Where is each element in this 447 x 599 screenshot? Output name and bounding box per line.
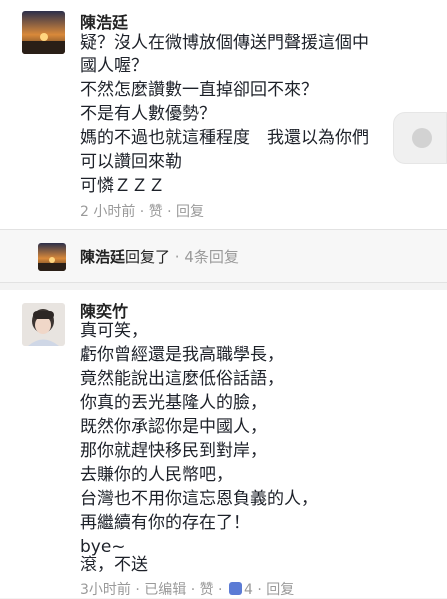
comment-line: 真可笑， [80, 321, 148, 341]
circle-icon [412, 128, 432, 148]
like-count: 4 [243, 582, 253, 598]
meta-actions[interactable]: 3小时前 · 已编辑 · 赞 · [80, 582, 223, 598]
comment-line: bye~ [80, 537, 126, 557]
comment-line: 再繼續有你的存在了！ [80, 513, 250, 533]
comment-line: 滾，不送 [80, 555, 148, 575]
comment-line: 竟然能說出這麼低俗話語， [80, 369, 284, 389]
comment-line: 不是有人數優勢？ [80, 104, 216, 124]
comment-meta[interactable]: 2 小时前 · 赞 · 回复 [80, 201, 204, 221]
reply-name[interactable]: 陳浩廷 [80, 248, 125, 266]
reply-link[interactable]: · 回复 [257, 582, 294, 598]
comment-line: 你真的丟光基隆人的臉， [80, 393, 267, 413]
comment-line: 疑？沒人在微博放個傳送門聲援這個中 [80, 33, 369, 53]
comment-line: 媽的不過也就這種程度 我還以為你們 [80, 128, 369, 148]
comment-line: 那你就趕快移民到對岸， [80, 441, 267, 461]
comment-1: 陳浩廷 疑？沒人在微博放個傳送門聲援這個中 國人喔？ 不然怎麼讚數一直掉卻回不來… [0, 0, 447, 229]
reply-summary-row[interactable]: 陳浩廷回复了 · 4条回复 [0, 229, 447, 283]
comment-line: 虧你曾經還是我高職學長， [80, 345, 284, 365]
comment-line: 台灣也不用你這忘恩負義的人， [80, 489, 318, 509]
sunset-avatar-icon [38, 243, 66, 271]
avatar[interactable] [22, 11, 65, 54]
reply-count[interactable]: · 4条回复 [170, 248, 239, 266]
thumbs-up-icon [228, 582, 242, 595]
commenter-name[interactable]: 陳浩廷 [80, 9, 128, 33]
comment-line: 可憐ＺＺＺ [80, 176, 165, 196]
comment-line: 不然怎麼讚數一直掉卻回不來？ [80, 80, 318, 100]
reply-summary: 陳浩廷回复了 · 4条回复 [80, 246, 239, 267]
comment-meta: 3小时前 · 已编辑 · 赞 · 4 · 回复 [80, 579, 294, 599]
commenter-name[interactable]: 陳奕竹 [80, 298, 128, 322]
comment-line: 可以讚回來勒 [80, 152, 182, 172]
floating-button[interactable] [393, 112, 447, 164]
comment-2: 陳奕竹 真可笑， 虧你曾經還是我高職學長， 竟然能說出這麼低俗話語， 你真的丟光… [0, 290, 447, 598]
person-avatar-icon [22, 303, 65, 346]
avatar[interactable] [22, 303, 65, 346]
avatar [38, 243, 66, 271]
comment-line: 國人喔？ [80, 56, 148, 76]
comment-line: 既然你承認你是中國人， [80, 417, 267, 437]
comment-line: 去賺你的人民幣吧， [80, 465, 233, 485]
sunset-avatar-icon [22, 11, 65, 54]
reply-action: 回复了 [125, 248, 171, 266]
